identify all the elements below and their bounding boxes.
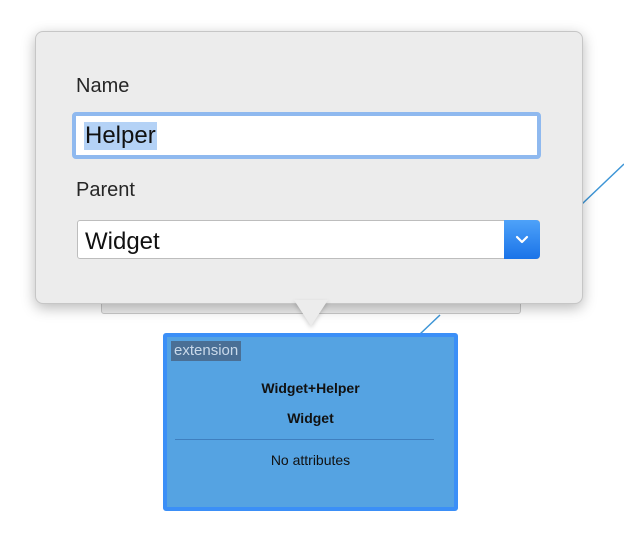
diagram-canvas[interactable]: extension Widget+Helper Widget No attrib… <box>0 0 624 554</box>
popover-arrow <box>294 300 328 326</box>
name-field-value: Helper <box>84 121 157 150</box>
entity-attributes: No attributes <box>270 452 351 468</box>
name-label: Name <box>76 75 130 97</box>
relationship-line-right <box>581 163 624 205</box>
parent-label: Parent <box>76 179 135 201</box>
entity-title: Widget+Helper <box>261 380 360 396</box>
entity-parent: Widget <box>287 410 334 426</box>
entity-node[interactable]: extension Widget+Helper Widget No attrib… <box>163 333 458 511</box>
parent-select-button[interactable] <box>504 220 540 259</box>
parent-select-value: Widget <box>85 228 160 255</box>
extension-tag: extension <box>171 341 242 361</box>
parent-select[interactable]: Widget <box>77 220 540 259</box>
edit-popover <box>35 31 583 304</box>
relationship-line-entity <box>419 314 441 335</box>
name-field[interactable]: Helper <box>72 112 541 159</box>
entity-divider <box>175 439 434 440</box>
chevron-down-icon <box>515 235 529 244</box>
